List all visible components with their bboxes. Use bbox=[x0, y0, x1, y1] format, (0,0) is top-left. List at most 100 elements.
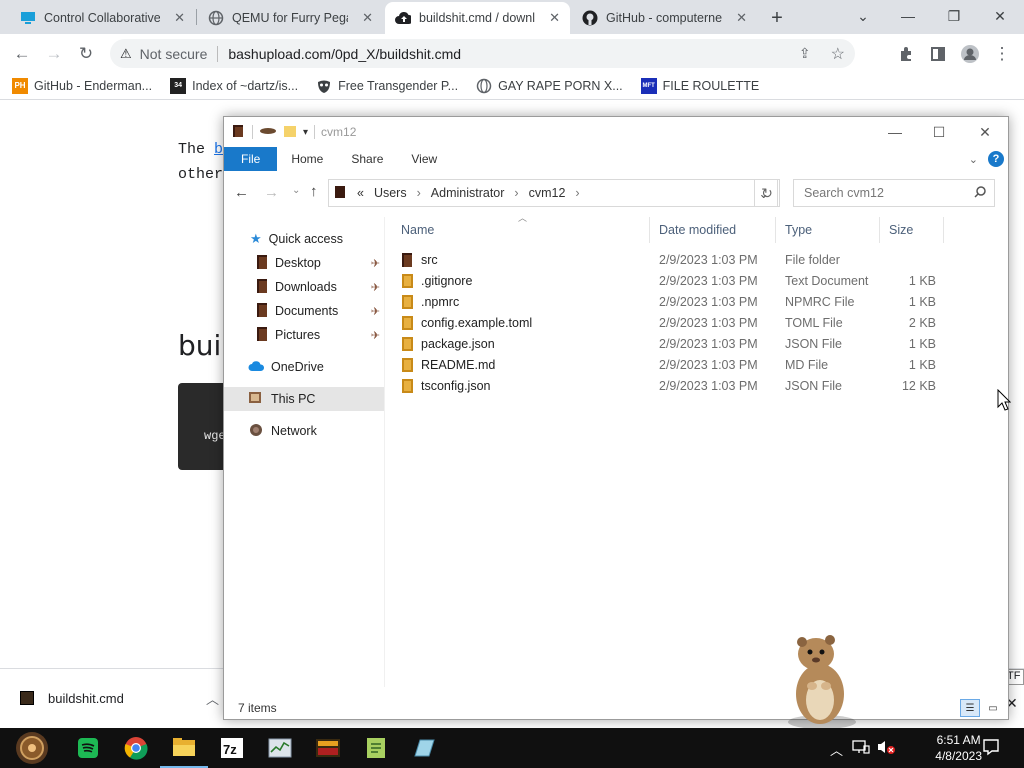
share-icon[interactable]: ⇪ bbox=[799, 45, 811, 62]
omnibox[interactable]: ⚠ Not secure bashupload.com/0pd_X/builds… bbox=[110, 39, 855, 68]
tab-home[interactable]: Home bbox=[277, 147, 337, 171]
7zip-taskbar-icon[interactable]: 7z bbox=[208, 728, 256, 768]
tab-github[interactable]: GitHub - computernew ✕ bbox=[572, 2, 757, 34]
close-tab-icon[interactable]: ✕ bbox=[362, 10, 373, 26]
file-row[interactable]: config.example.toml 2/9/2023 1:03 PM TOM… bbox=[392, 312, 1012, 333]
tab-buildshit[interactable]: buildshit.cmd / downlo ✕ bbox=[385, 2, 570, 34]
restore-icon[interactable]: ❐ bbox=[934, 4, 974, 28]
up-icon[interactable]: ↑ bbox=[310, 183, 318, 200]
spotify-taskbar-icon[interactable] bbox=[64, 728, 112, 768]
close-window-icon[interactable]: ✕ bbox=[980, 4, 1020, 28]
volume-muted-icon[interactable] bbox=[876, 739, 896, 758]
column-header-size[interactable]: Size bbox=[880, 217, 944, 243]
details-view-icon[interactable]: ☰ bbox=[960, 699, 980, 717]
column-header-type[interactable]: Type bbox=[776, 217, 880, 243]
bookmark-item[interactable]: 34 Index of ~dartz/is... bbox=[170, 77, 298, 94]
nav-pictures[interactable]: Pictures ✈ bbox=[224, 323, 384, 347]
chevron-up-icon[interactable]: ︿ bbox=[206, 689, 219, 708]
chevron-right-icon[interactable]: › bbox=[417, 186, 421, 200]
close-icon[interactable]: ✕ bbox=[962, 117, 1008, 147]
customize-qat-icon[interactable]: ▾ bbox=[303, 127, 308, 138]
refresh-icon[interactable]: ↻ bbox=[754, 179, 780, 207]
system-clock[interactable]: 6:51 AM 4/8/2023 bbox=[935, 728, 982, 768]
page-link[interactable]: b bbox=[214, 141, 223, 158]
breadcrumb-overflow[interactable]: « bbox=[357, 186, 364, 200]
recent-locations-icon[interactable]: ⌄ bbox=[292, 185, 300, 196]
reload-icon[interactable]: ↻ bbox=[74, 42, 98, 66]
tab-view[interactable]: View bbox=[397, 147, 451, 171]
notifications-icon[interactable] bbox=[982, 738, 1000, 759]
close-tab-icon[interactable]: ✕ bbox=[736, 10, 747, 26]
menu-icon[interactable]: ⋮ bbox=[990, 42, 1014, 66]
start-button[interactable] bbox=[0, 728, 64, 768]
file-row[interactable]: package.json 2/9/2023 1:03 PM JSON File … bbox=[392, 333, 1012, 354]
chevron-right-icon[interactable]: › bbox=[514, 186, 518, 200]
tab-share[interactable]: Share bbox=[337, 147, 397, 171]
back-icon[interactable]: ← bbox=[10, 42, 34, 66]
star-icon[interactable]: ☆ bbox=[831, 44, 845, 64]
forward-icon[interactable]: → bbox=[42, 42, 66, 66]
notepad-plus-taskbar-icon[interactable] bbox=[352, 728, 400, 768]
new-tab-button[interactable]: + bbox=[765, 6, 789, 30]
minimize-icon[interactable]: — bbox=[872, 117, 918, 147]
task-manager-taskbar-icon[interactable] bbox=[256, 728, 304, 768]
nav-downloads[interactable]: Downloads ✈ bbox=[224, 275, 384, 299]
hamster-desktop-pet[interactable] bbox=[778, 632, 862, 730]
bookmark-item[interactable]: GAY RAPE PORN X... bbox=[476, 78, 623, 94]
bookmark-item[interactable]: Free Transgender P... bbox=[316, 78, 458, 94]
tab-search-icon[interactable]: ⌄ bbox=[843, 4, 883, 28]
breadcrumb-cvm12[interactable]: cvm12 bbox=[529, 186, 566, 200]
nav-desktop[interactable]: Desktop ✈ bbox=[224, 251, 384, 275]
minimize-icon[interactable]: — bbox=[888, 4, 928, 28]
breadcrumb-administrator[interactable]: Administrator bbox=[431, 186, 505, 200]
tab-file[interactable]: File bbox=[224, 147, 278, 171]
nav-quick-access[interactable]: ★ Quick access bbox=[224, 227, 384, 251]
pane-splitter[interactable] bbox=[384, 217, 385, 687]
column-header-name[interactable]: Name bbox=[392, 217, 650, 243]
large-icons-view-icon[interactable]: ▭ bbox=[984, 699, 1002, 717]
pin-icon[interactable]: ✈ bbox=[371, 329, 380, 342]
bookmark-item[interactable]: MFT FILE ROULETTE bbox=[640, 77, 759, 94]
download-filename[interactable]: buildshit.cmd bbox=[48, 691, 124, 706]
close-tab-icon[interactable]: ✕ bbox=[174, 10, 185, 26]
expand-ribbon-icon[interactable]: ⌄ bbox=[969, 153, 978, 166]
help-icon[interactable]: ? bbox=[988, 151, 1004, 167]
file-explorer-taskbar-icon[interactable] bbox=[160, 728, 208, 768]
file-row[interactable]: tsconfig.json 2/9/2023 1:03 PM JSON File… bbox=[392, 375, 1012, 396]
file-row[interactable]: src 2/9/2023 1:03 PM File folder bbox=[392, 249, 1012, 270]
pin-icon[interactable]: ✈ bbox=[371, 257, 380, 270]
pin-icon[interactable]: ✈ bbox=[371, 305, 380, 318]
new-folder-quick-icon[interactable] bbox=[283, 124, 297, 141]
chrome-taskbar-icon[interactable] bbox=[112, 728, 160, 768]
chevron-right-icon[interactable]: › bbox=[575, 186, 579, 200]
warning-icon[interactable]: ⚠ bbox=[120, 46, 132, 62]
bookmark-item[interactable]: PH GitHub - Enderman... bbox=[12, 77, 152, 94]
network-status-icon[interactable] bbox=[852, 739, 870, 758]
column-header-date[interactable]: Date modified bbox=[650, 217, 776, 243]
breadcrumb-users[interactable]: Users bbox=[374, 186, 407, 200]
back-icon[interactable]: ← bbox=[234, 184, 249, 201]
file-row[interactable]: README.md 2/9/2023 1:03 PM MD File 1 KB bbox=[392, 354, 1012, 375]
url-text[interactable]: bashupload.com/0pd_X/buildshit.cmd bbox=[228, 46, 461, 62]
pin-icon[interactable]: ✈ bbox=[371, 281, 380, 294]
nav-documents[interactable]: Documents ✈ bbox=[224, 299, 384, 323]
close-tab-icon[interactable]: ✕ bbox=[549, 10, 560, 26]
file-row[interactable]: .npmrc 2/9/2023 1:03 PM NPMRC File 1 KB bbox=[392, 291, 1012, 312]
address-bar[interactable]: « Users › Administrator › cvm12 › ⌄ bbox=[328, 179, 778, 207]
tab-qemu[interactable]: QEMU for Furry Pega ✕ bbox=[198, 2, 383, 34]
nav-this-pc[interactable]: This PC bbox=[224, 387, 384, 411]
file-row[interactable]: .gitignore 2/9/2023 1:03 PM Text Documen… bbox=[392, 270, 1012, 291]
properties-quick-icon[interactable] bbox=[259, 125, 277, 140]
sticky-app-taskbar-icon[interactable] bbox=[400, 728, 448, 768]
nav-onedrive[interactable]: OneDrive bbox=[224, 355, 384, 379]
search-input[interactable]: Search cvm12 bbox=[793, 179, 995, 207]
chevron-up-icon[interactable]: ︿ bbox=[830, 740, 843, 759]
nav-network[interactable]: Network bbox=[224, 419, 384, 443]
extensions-icon[interactable] bbox=[894, 42, 918, 66]
security-label[interactable]: Not secure bbox=[140, 46, 208, 62]
maximize-icon[interactable]: ☐ bbox=[916, 117, 962, 147]
forward-icon[interactable]: → bbox=[264, 184, 279, 201]
profile-avatar[interactable] bbox=[958, 42, 982, 66]
tab-control-collaborative[interactable]: Control Collaborative ✕ bbox=[10, 2, 195, 34]
winamp-taskbar-icon[interactable] bbox=[304, 728, 352, 768]
